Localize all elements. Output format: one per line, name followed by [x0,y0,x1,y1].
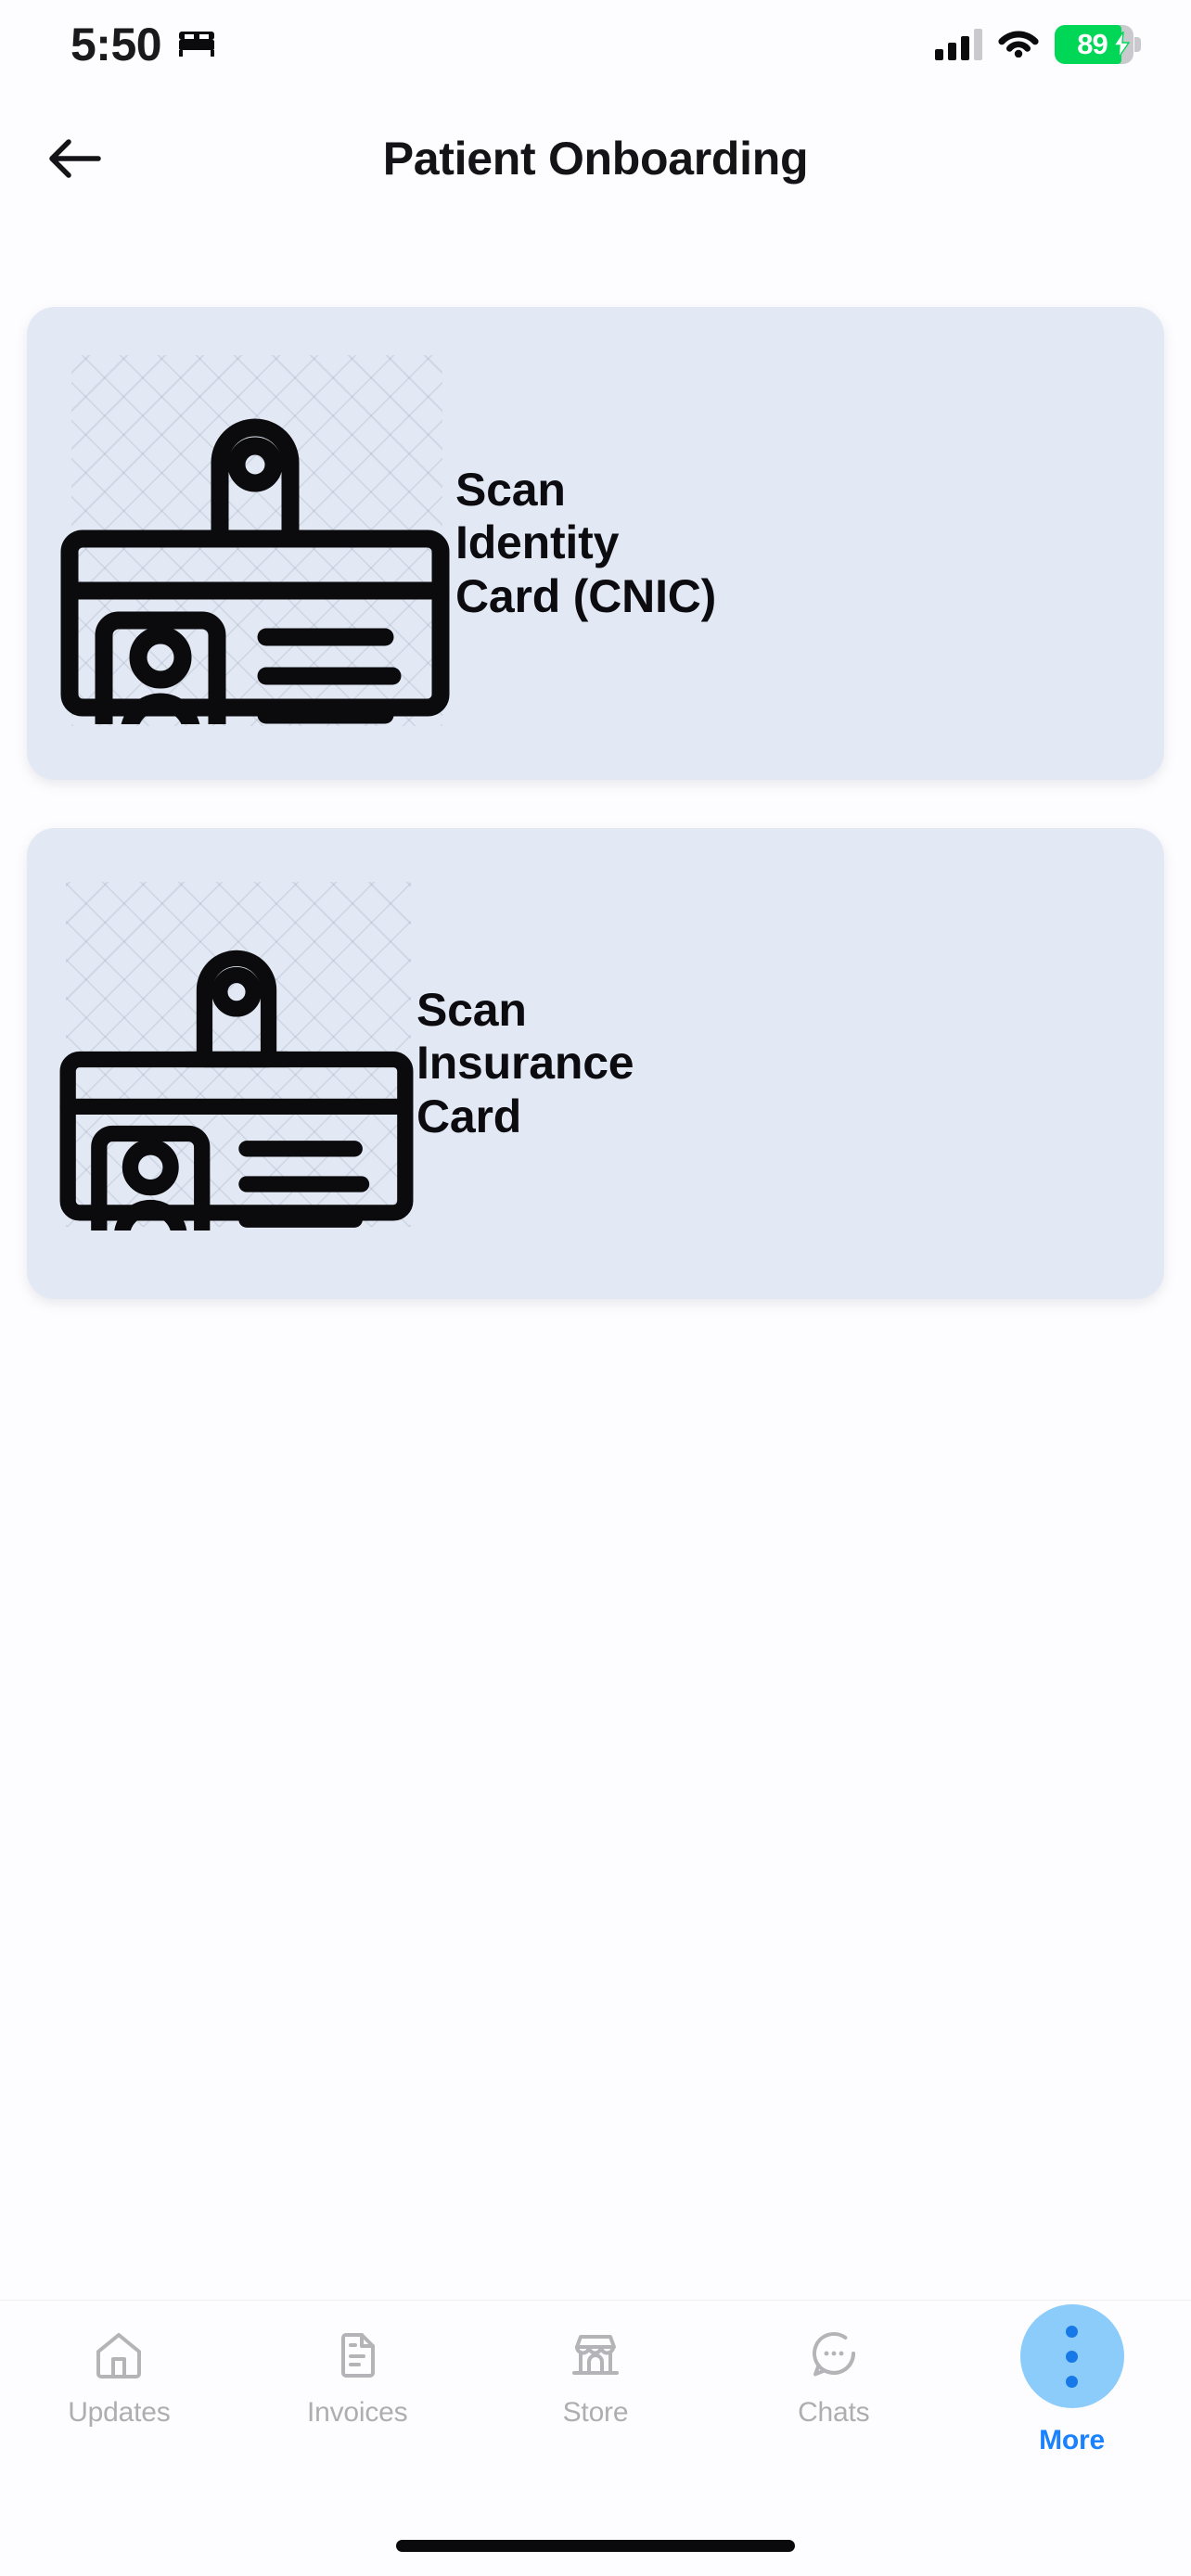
navigation-header: Patient Onboarding [0,89,1191,228]
id-badge-icon [51,897,422,1231]
cellular-signal-icon [935,29,982,60]
dot [1066,2375,1079,2388]
back-button[interactable] [32,116,117,201]
document-icon [328,2327,386,2384]
bed-icon [176,28,217,62]
scan-insurance-card-option[interactable]: Scan Insurance Card [27,828,1164,1299]
battery-cap [1134,37,1141,52]
dot [1066,2350,1079,2363]
tab-chats[interactable]: Chats [714,2327,953,2429]
battery-indicator: 89 [1055,25,1141,64]
onboarding-options-list: Scan Identity Card (CNIC) Scan Insurance… [0,228,1191,2300]
tab-more[interactable]: More [953,2304,1191,2456]
charging-bolt-icon [1113,32,1130,57]
status-bar-left: 5:50 [70,21,217,68]
tab-updates[interactable]: Updates [0,2327,238,2429]
tab-store[interactable]: Store [477,2327,715,2429]
tab-label: More [1039,2425,1106,2455]
chat-bubble-icon [805,2327,863,2384]
status-bar: 5:50 89 [0,0,1191,89]
bottom-tab-bar: Updates Invoices Store Chats More [0,2300,1191,2515]
more-dots-icon [1019,2304,1124,2408]
tab-label: Chats [798,2397,870,2428]
dot [1066,2325,1079,2338]
tab-label: Updates [68,2397,171,2428]
tab-invoices[interactable]: Invoices [238,2327,477,2429]
wifi-icon [998,27,1039,62]
status-bar-right: 89 [935,25,1141,64]
scan-identity-card-option[interactable]: Scan Identity Card (CNIC) [27,307,1164,780]
home-indicator[interactable] [396,2539,795,2552]
tab-label: Store [562,2397,629,2428]
storefront-icon [567,2327,624,2384]
tab-label: Invoices [306,2397,408,2428]
phone-screen: 5:50 89 Patient Onboarding Scan Identity… [0,0,1191,2576]
id-badge-icon [51,363,459,724]
card-label: Scan Identity Card (CNIC) [455,463,717,622]
home-indicator-area [0,2515,1191,2576]
card-label: Scan Insurance Card [416,983,634,1142]
arrow-left-icon [49,139,101,178]
page-title: Patient Onboarding [382,133,809,185]
home-icon [90,2327,147,2384]
clock-time: 5:50 [70,19,162,70]
